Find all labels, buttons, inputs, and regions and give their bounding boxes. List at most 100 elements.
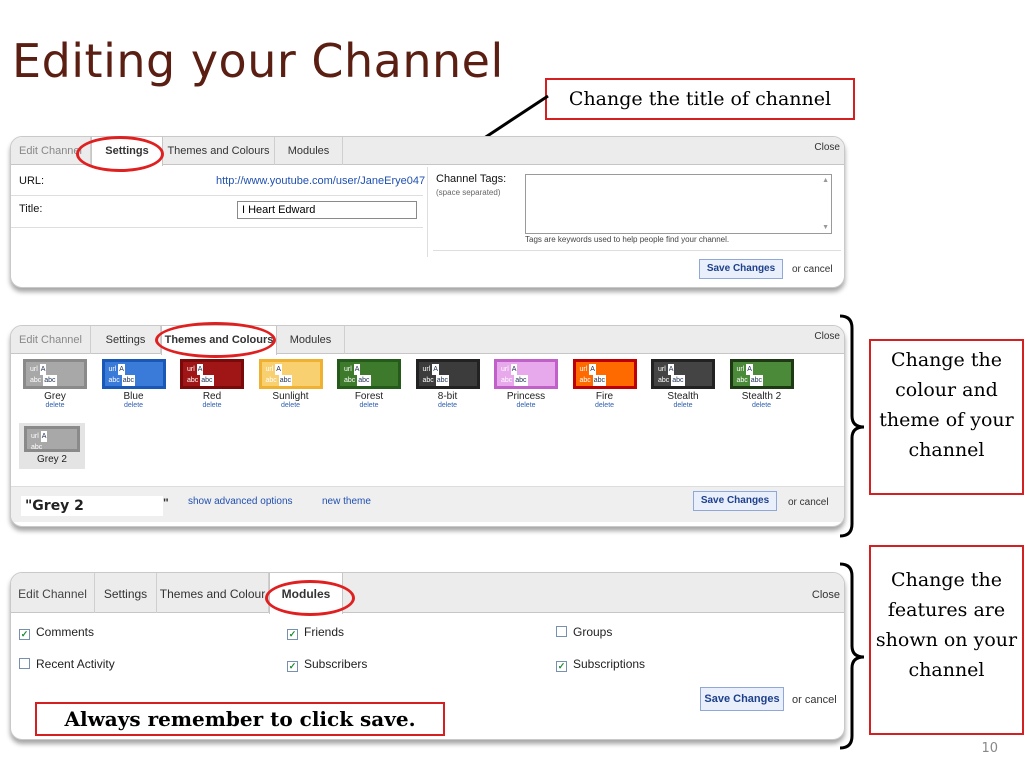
module-groups[interactable]: Groups	[556, 625, 612, 639]
highlight-modules-tab	[265, 580, 355, 616]
tab-modules[interactable]: Modules	[275, 137, 343, 165]
delete-theme-link[interactable]: delete	[333, 402, 405, 409]
module-friends[interactable]: ✓ Friends	[287, 625, 344, 640]
delete-theme-link[interactable]: delete	[490, 402, 562, 409]
delete-theme-link[interactable]: delete	[647, 402, 719, 409]
theme-blue[interactable]: url Aabc abc Blue delete	[98, 359, 170, 409]
theme-swatch[interactable]: url Aabc abc	[415, 359, 480, 389]
tags-help: Tags are keywords used to help people fi…	[525, 235, 730, 244]
save-changes-button[interactable]: Save Changes	[693, 491, 777, 511]
module-label: Comments	[36, 625, 95, 639]
theme-name: Sunlight	[272, 391, 309, 402]
theme-name: Grey 2	[36, 454, 67, 465]
tab-bar: Edit Channel Settings Themes and Colours…	[11, 326, 844, 355]
tab-themes[interactable]: Themes and Colour	[157, 573, 269, 613]
save-changes-button[interactable]: Save Changes	[700, 687, 784, 711]
module-label: Recent Activity	[36, 657, 115, 671]
quote-mark: "	[163, 496, 169, 510]
tab-settings[interactable]: Settings	[95, 573, 157, 613]
unchecked-checkbox-icon[interactable]	[556, 626, 567, 637]
delete-theme-link[interactable]: delete	[726, 402, 798, 409]
module-label: Friends	[304, 625, 345, 639]
save-changes-button[interactable]: Save Changes	[699, 259, 783, 279]
bracket-icon	[839, 562, 865, 750]
theme-grey-2[interactable]: url Aabc Grey 2	[19, 423, 85, 469]
theme-name: Fire	[595, 391, 614, 402]
theme-swatch[interactable]: url Aabc abc	[572, 359, 637, 389]
theme-swatch[interactable]: url Aabc abc	[494, 359, 558, 389]
theme-name: Stealth	[667, 391, 699, 402]
tags-textarea[interactable]: ▲ ▼	[525, 174, 832, 234]
module-subscriptions[interactable]: ✓ Subscriptions	[556, 657, 645, 672]
theme-swatch[interactable]: url Aabc	[24, 426, 80, 452]
delete-theme-link[interactable]: delete	[19, 402, 91, 409]
tab-bar: Edit Channel Settings Themes and Colour …	[11, 573, 844, 614]
tab-settings[interactable]: Settings	[91, 326, 161, 354]
theme-princess[interactable]: url Aabc abc Princess delete	[490, 359, 562, 409]
delete-theme-link[interactable]: delete	[255, 402, 327, 409]
theme-8-bit[interactable]: url Aabc abc 8-bit delete	[412, 359, 484, 409]
module-label: Subscriptions	[573, 657, 646, 671]
module-label: Groups	[573, 625, 613, 639]
module-recent-activity[interactable]: Recent Activity	[19, 657, 115, 671]
close-link[interactable]: Close	[814, 137, 840, 159]
theme-sunlight[interactable]: url Aabc abc Sunlight delete	[255, 359, 327, 409]
module-subscribers[interactable]: ✓ Subscribers	[287, 657, 367, 672]
bracket-icon	[839, 314, 865, 538]
theme-red[interactable]: url Aabc abc Red delete	[176, 359, 248, 409]
highlight-settings-tab	[76, 136, 164, 172]
delete-theme-link[interactable]: delete	[98, 402, 170, 409]
new-theme-link[interactable]: new theme	[322, 496, 371, 507]
highlight-themes-tab	[155, 322, 276, 358]
theme-fire[interactable]: url Aabc abc Fire delete	[569, 359, 641, 409]
theme-name: Stealth 2	[741, 391, 782, 402]
theme-stealth[interactable]: url Aabc abc Stealth delete	[647, 359, 719, 409]
scroll-up-icon[interactable]: ▲	[822, 177, 829, 184]
title-input[interactable]: I Heart Edward	[237, 201, 417, 219]
theme-grey[interactable]: url Aabc abc Grey delete	[19, 359, 91, 409]
channel-url-link[interactable]: http://www.youtube.com/user/JaneErye047	[216, 175, 425, 187]
tags-label: Channel Tags:	[436, 173, 507, 185]
tab-themes[interactable]: Themes and Colours	[163, 137, 275, 165]
tab-modules[interactable]: Modules	[277, 326, 345, 354]
or-cancel-link[interactable]: or cancel	[792, 264, 833, 275]
checked-checkbox-icon[interactable]: ✓	[556, 661, 567, 672]
themes-panel: Edit Channel Settings Themes and Colours…	[10, 325, 845, 527]
scroll-down-icon[interactable]: ▼	[822, 224, 829, 231]
unchecked-checkbox-icon[interactable]	[19, 658, 30, 669]
close-link[interactable]: Close	[812, 573, 840, 617]
theme-name-input[interactable]: "Grey 2	[21, 496, 163, 516]
checked-checkbox-icon[interactable]: ✓	[19, 629, 30, 640]
checked-checkbox-icon[interactable]: ✓	[287, 661, 298, 672]
delete-theme-link[interactable]: delete	[569, 402, 641, 409]
checked-checkbox-icon[interactable]: ✓	[287, 629, 298, 640]
theme-name: 8-bit	[437, 391, 458, 402]
or-cancel-link[interactable]: or cancel	[792, 694, 837, 706]
callout-remember-save: Always remember to click save.	[35, 702, 445, 736]
page-number: 10	[981, 741, 998, 756]
theme-swatch[interactable]: url Aabc abc	[180, 359, 244, 389]
theme-name: Grey	[44, 391, 66, 402]
tab-edit-channel[interactable]: Edit Channel	[11, 326, 91, 354]
theme-swatch[interactable]: url Aabc abc	[101, 359, 166, 389]
theme-stealth-2[interactable]: url Aabc abc Stealth 2 delete	[726, 359, 798, 409]
callout-change-modules: Change the features are shown on your ch…	[869, 545, 1024, 735]
theme-swatch[interactable]: url Aabc abc	[729, 359, 794, 389]
url-label: URL:	[19, 175, 45, 187]
delete-theme-link[interactable]: delete	[176, 402, 248, 409]
module-comments[interactable]: ✓ Comments	[19, 625, 94, 640]
delete-theme-link[interactable]: delete	[412, 402, 484, 409]
theme-name: Princess	[506, 391, 546, 402]
theme-swatch[interactable]: url Aabc abc	[651, 359, 715, 389]
close-link[interactable]: Close	[814, 326, 840, 348]
tab-edit-channel[interactable]: Edit Channel	[11, 573, 95, 613]
theme-forest[interactable]: url Aabc abc Forest delete	[333, 359, 405, 409]
module-label: Subscribers	[304, 657, 368, 671]
theme-swatch[interactable]: url Aabc abc	[258, 359, 323, 389]
theme-swatch[interactable]: url Aabc abc	[23, 359, 87, 389]
show-advanced-link[interactable]: show advanced options	[188, 496, 293, 507]
theme-swatch[interactable]: url Aabc abc	[337, 359, 401, 389]
or-cancel-link[interactable]: or cancel	[788, 497, 829, 508]
theme-name: Forest	[354, 391, 384, 402]
theme-name: Blue	[123, 391, 144, 402]
